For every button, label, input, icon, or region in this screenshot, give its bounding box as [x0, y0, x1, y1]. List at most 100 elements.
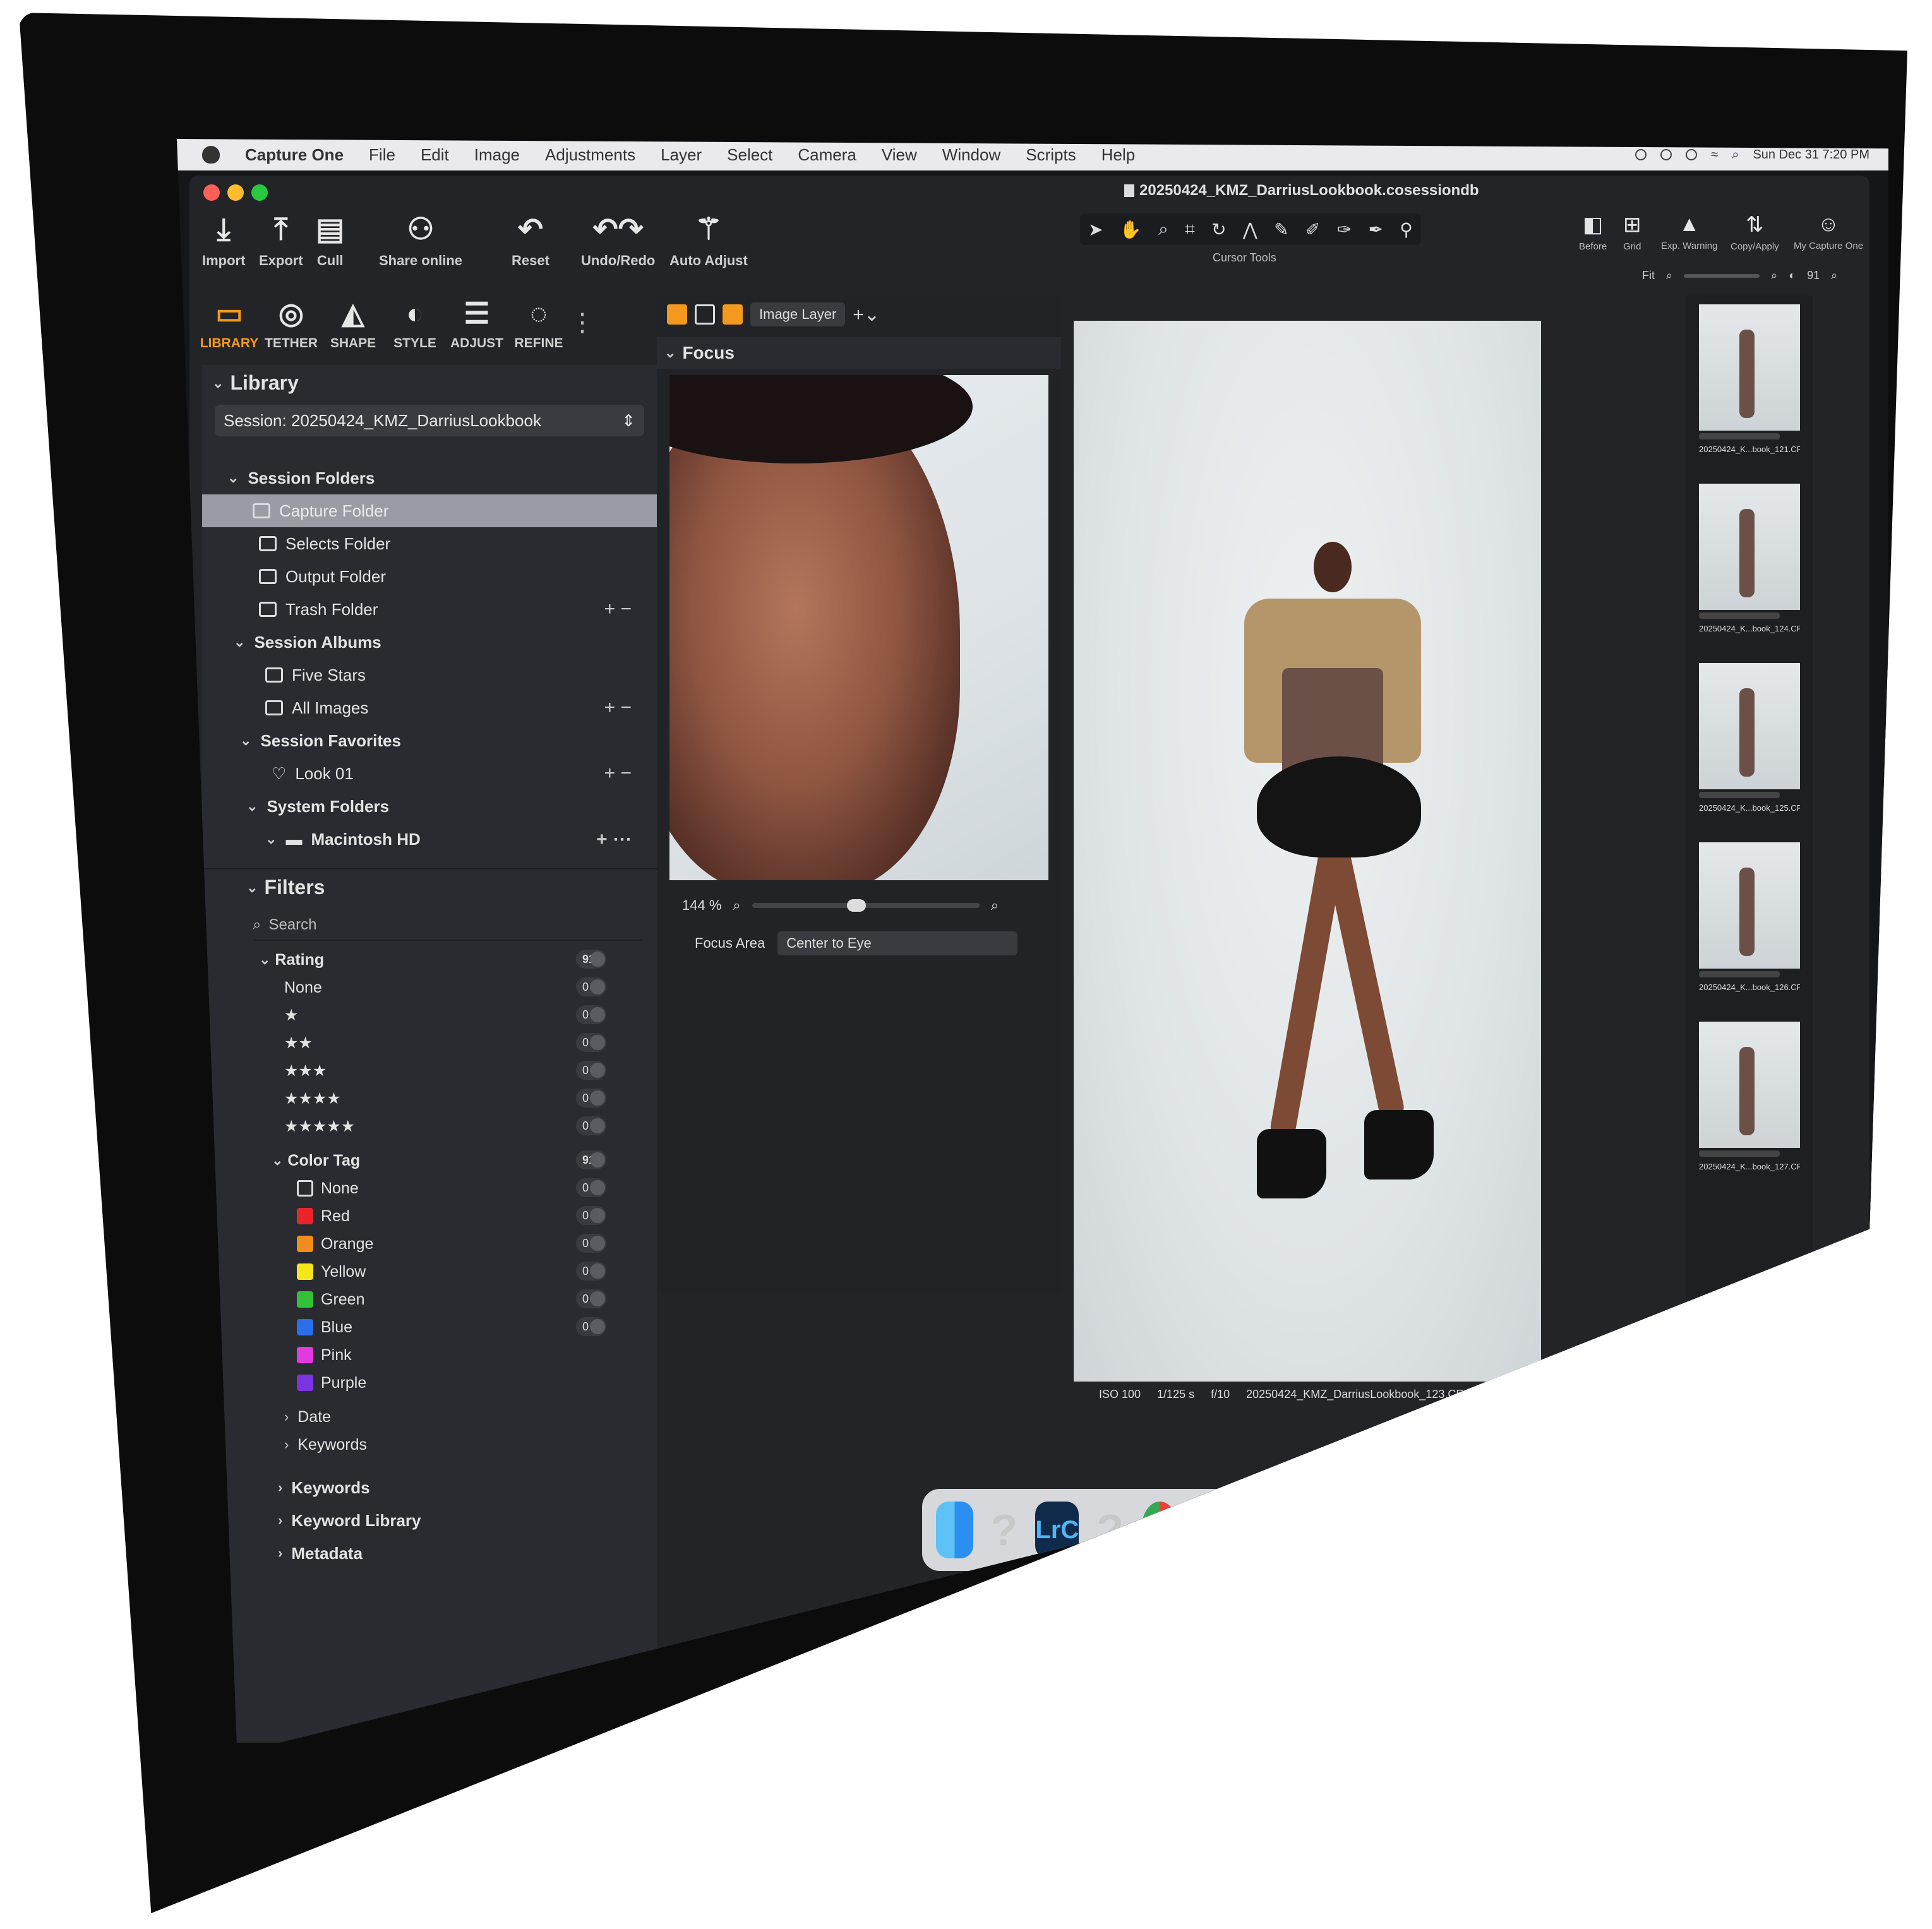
color-red-row[interactable]: Red 0	[202, 1202, 657, 1230]
session-folders-group[interactable]: ⌄ Session Folders	[202, 462, 657, 494]
picker-cursor-icon[interactable]: ⚲	[1400, 219, 1413, 240]
trash-folder-item[interactable]: Trash Folder + −	[202, 593, 657, 626]
finder-icon[interactable]	[936, 1502, 973, 1558]
session-favorites-group[interactable]: ⌄ Session Favorites	[202, 724, 657, 757]
share-online-button[interactable]: ⚇ Share online	[379, 212, 462, 269]
add-remove-buttons[interactable]: + −	[604, 763, 657, 784]
rating-3-row[interactable]: ★★★ 0	[202, 1057, 657, 1085]
capture-one-dock-icon[interactable]: 1	[1191, 1502, 1228, 1558]
keystone-cursor-icon[interactable]: ⋀	[1243, 219, 1257, 240]
tab-adjust[interactable]: ☰ ADJUST	[446, 296, 508, 365]
zoom-out-icon[interactable]: ⌕	[733, 897, 740, 914]
menu-view[interactable]: View	[882, 145, 917, 165]
filmstrip-thumbnail[interactable]: 20250424_K...book_124.CR2	[1699, 484, 1800, 654]
import-button[interactable]: ⤓ Import	[202, 212, 245, 269]
color-green-row[interactable]: Green 0	[202, 1286, 657, 1313]
rating-2-row[interactable]: ★★ 0	[202, 1029, 657, 1057]
before-button[interactable]: ◧ Before	[1579, 212, 1607, 252]
menubar-clock[interactable]: Sun Dec 31 7:20 PM	[1753, 148, 1869, 162]
status-icon[interactable]	[1635, 149, 1647, 160]
capture-folder-item[interactable]: Capture Folder	[202, 494, 657, 527]
brush-cursor-icon[interactable]: ✐	[1305, 219, 1320, 240]
fit-label[interactable]: Fit	[1642, 269, 1655, 282]
pan-cursor-icon[interactable]: ✋	[1120, 219, 1142, 240]
color-count[interactable]: 0	[576, 1262, 606, 1281]
unknown-app-icon[interactable]: ?	[986, 1502, 1023, 1558]
tab-library[interactable]: ▭ LIBRARY	[198, 296, 260, 365]
color-none-row[interactable]: None 0	[202, 1174, 657, 1202]
rating-4-row[interactable]: ★★★★ 0	[202, 1085, 657, 1113]
color-blue-row[interactable]: Blue 0	[202, 1313, 657, 1341]
add-remove-buttons[interactable]: + −	[604, 697, 657, 719]
menu-file[interactable]: File	[369, 145, 395, 165]
color-yellow-row[interactable]: Yellow 0	[202, 1258, 657, 1286]
system-folders-group[interactable]: ⌄ System Folders	[202, 790, 657, 823]
menu-window[interactable]: Window	[942, 145, 1000, 165]
color-purple-row[interactable]: Purple	[202, 1369, 657, 1397]
multi-view-icon[interactable]	[667, 304, 687, 325]
color-count[interactable]: 0	[576, 1234, 606, 1253]
chrome-icon[interactable]	[1141, 1502, 1179, 1558]
spot-cursor-icon[interactable]: ✎	[1274, 219, 1288, 240]
menu-edit[interactable]: Edit	[421, 145, 449, 165]
tab-refine[interactable]: ◌ REFINE	[508, 296, 570, 365]
keywords-section[interactable]: › Keywords	[202, 1471, 657, 1504]
zoom-window-button[interactable]	[251, 184, 268, 201]
single-view-icon[interactable]	[695, 304, 715, 325]
my-capture-one-button[interactable]: ☺ My Capture One	[1794, 212, 1863, 251]
color-count[interactable]: 0	[576, 1178, 606, 1197]
rating-count[interactable]: 0	[576, 1005, 606, 1024]
macintosh-hd-item[interactable]: ⌄ ▬ Macintosh HD + ⋯	[202, 823, 657, 856]
zoom-out-icon[interactable]: ⌕	[1666, 269, 1672, 282]
trash-icon[interactable]: ▯	[1439, 1502, 1477, 1558]
keyword-library-section[interactable]: › Keyword Library	[202, 1504, 657, 1537]
status-icon[interactable]	[1660, 149, 1672, 160]
undo-redo-button[interactable]: ↶↷ Undo/Redo	[581, 212, 655, 269]
exposure-warning-button[interactable]: ▲ Exp. Warning	[1661, 212, 1717, 251]
filmstrip-thumbnail[interactable]: 20250424_K...book_121.CR2	[1699, 304, 1800, 475]
zoom-in-icon[interactable]: ⌕	[991, 897, 999, 914]
focus-area-select[interactable]: Center to Eye	[777, 931, 1018, 955]
export-button[interactable]: ⤒ Export	[259, 212, 303, 269]
menu-camera[interactable]: Camera	[798, 145, 856, 165]
tab-tether[interactable]: ◎ TETHER	[260, 296, 322, 365]
color-pink-row[interactable]: Pink	[202, 1341, 657, 1369]
five-stars-album-item[interactable]: Five Stars	[202, 659, 657, 691]
all-images-album-item[interactable]: All Images + −	[202, 691, 657, 724]
minimize-window-button[interactable]	[227, 184, 244, 201]
add-remove-buttons[interactable]: + −	[604, 599, 657, 620]
folder-icon[interactable]: ▭	[1340, 1502, 1377, 1558]
keywords-filter-row[interactable]: › Keywords	[202, 1431, 657, 1459]
color-tag-filter-header[interactable]: ⌄ Color Tag 91	[202, 1147, 657, 1174]
view-mode-icon[interactable]: ◐	[1789, 269, 1796, 282]
color-total-count[interactable]: 91	[576, 1150, 606, 1169]
filmstrip-thumbnail[interactable]: 20250424_K...book_127.CR2	[1699, 1022, 1800, 1192]
look01-favorite-item[interactable]: ♡ Look 01 + −	[202, 757, 657, 790]
menu-adjustments[interactable]: Adjustments	[545, 145, 635, 165]
focus-preview[interactable]	[669, 375, 1048, 880]
select-cursor-icon[interactable]: ➤	[1088, 219, 1103, 240]
rating-count[interactable]: 0	[576, 977, 606, 996]
copy-apply-button[interactable]: ⇅ Copy/Apply	[1731, 212, 1779, 252]
wifi-icon[interactable]: ≈	[1711, 148, 1718, 162]
close-window-button[interactable]	[203, 184, 220, 201]
mask-cursor-icon[interactable]: ✑	[1337, 219, 1352, 240]
filmstrip-search-icon[interactable]: ⌕	[1831, 269, 1837, 282]
filters-section-header[interactable]: ⌄ Filters	[202, 868, 657, 905]
more-tabs-icon[interactable]: ⋮	[570, 296, 595, 365]
date-filter-row[interactable]: › Date	[202, 1403, 657, 1431]
add-more-buttons[interactable]: + ⋯	[596, 828, 657, 851]
focus-zoom-slider[interactable]	[752, 899, 980, 912]
grid-button[interactable]: ⊞ Grid	[1623, 212, 1641, 252]
filmstrip-thumbnail[interactable]: 20250424_K...book_126.CR2	[1699, 842, 1800, 1013]
selects-folder-item[interactable]: Selects Folder	[202, 527, 657, 560]
rating-total-count[interactable]: 91	[576, 950, 606, 969]
session-albums-group[interactable]: ⌄ Session Albums	[202, 626, 657, 659]
eye-icon[interactable]	[723, 304, 743, 325]
rating-none-row[interactable]: None 0	[202, 974, 657, 1001]
color-count[interactable]: 0	[576, 1206, 606, 1225]
session-select[interactable]: Session: 20250424_KMZ_DarriusLookbook ⇕	[215, 405, 644, 436]
color-orange-row[interactable]: Orange 0	[202, 1230, 657, 1258]
layer-select[interactable]: Image Layer	[750, 302, 846, 326]
tab-shape[interactable]: ◭ SHAPE	[322, 296, 384, 365]
